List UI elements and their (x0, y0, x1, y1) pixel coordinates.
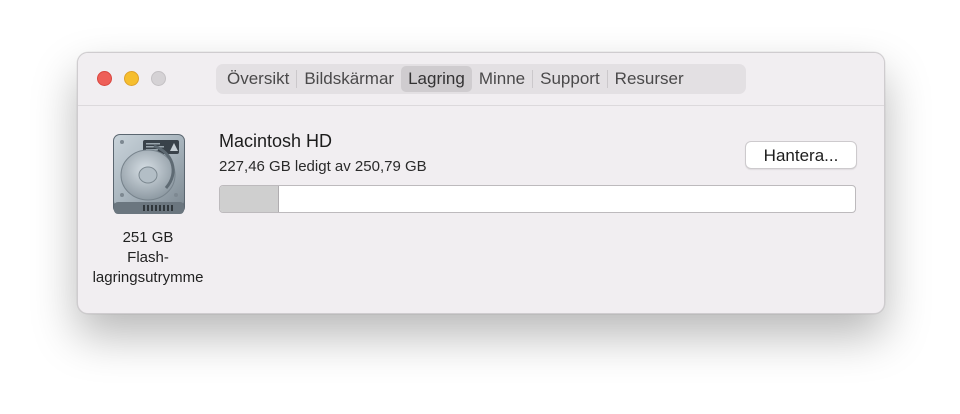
storage-pane: 251 GB Flash- lagringsutrymme Macintosh … (78, 106, 884, 313)
title-bar: Översikt Bildskärmar Lagring Minne Suppo… (78, 53, 884, 106)
tab-support[interactable]: Support (533, 66, 607, 92)
zoom-button (151, 71, 166, 86)
tab-oversikt[interactable]: Översikt (220, 66, 296, 92)
disk-size: 251 GB (122, 229, 174, 246)
disk-type-line-1: Flash- (127, 249, 169, 266)
disk-type-line-2: lagringsutrymme (92, 269, 204, 286)
storage-used-segment (220, 186, 280, 212)
disk-caption: 251 GB Flash- lagringsutrymme (78, 228, 218, 288)
about-this-mac-window: Översikt Bildskärmar Lagring Minne Suppo… (77, 52, 885, 314)
manage-button[interactable]: Hantera... (745, 141, 857, 169)
tab-minne[interactable]: Minne (472, 66, 532, 92)
minimize-button[interactable] (124, 71, 139, 86)
hard-drive-icon (110, 132, 188, 218)
tab-bar: Översikt Bildskärmar Lagring Minne Suppo… (216, 64, 746, 94)
tab-lagring[interactable]: Lagring (401, 66, 472, 92)
close-button[interactable] (97, 71, 112, 86)
volume-name: Macintosh HD (219, 131, 333, 151)
storage-usage-bar (219, 185, 856, 213)
tab-bildskarmar[interactable]: Bildskärmar (297, 66, 401, 92)
volume-free-space: 227,46 GB ledigt av 250,79 GB (219, 158, 427, 175)
tab-resurser[interactable]: Resurser (608, 66, 691, 92)
